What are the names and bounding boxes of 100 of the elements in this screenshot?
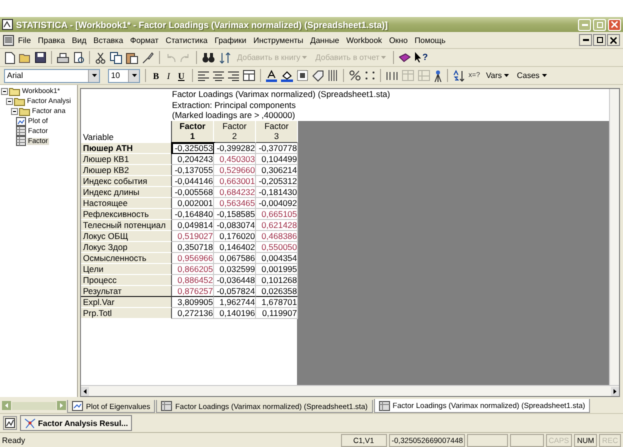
row-header[interactable]: Телесный потенциал bbox=[81, 220, 172, 230]
table-cell: -0,057824 bbox=[214, 286, 256, 296]
minimize-icon bbox=[582, 39, 588, 41]
table-cell: 0,176020 bbox=[214, 230, 256, 242]
row-header[interactable]: Люшер КВ1 bbox=[81, 154, 172, 164]
spreadsheet-icon bbox=[378, 400, 390, 410]
new-file-icon[interactable] bbox=[4, 52, 15, 64]
printer-icon[interactable] bbox=[57, 52, 69, 62]
percent-icon[interactable] bbox=[348, 70, 361, 81]
menu-item[interactable]: Окно bbox=[386, 36, 411, 44]
row-header[interactable]: Рефлексивность bbox=[81, 208, 172, 220]
sort-icon[interactable] bbox=[219, 52, 231, 64]
row-header[interactable]: Пюшер АТН bbox=[81, 142, 172, 154]
columns-icon[interactable] bbox=[386, 70, 398, 80]
row-header[interactable]: Локус ОБЩ bbox=[81, 230, 172, 242]
dots-icon[interactable] bbox=[364, 71, 375, 80]
fill-color-icon[interactable] bbox=[280, 70, 293, 82]
column-header[interactable]: Factor 3 bbox=[256, 120, 298, 142]
results-window-button[interactable]: Factor Analysis Resul... bbox=[20, 415, 132, 431]
font-dropdown[interactable]: Arial bbox=[4, 68, 100, 82]
row-header[interactable]: Индекс длины bbox=[81, 186, 172, 198]
table-cell: 0,866205 bbox=[172, 264, 214, 274]
tag-icon[interactable] bbox=[312, 70, 324, 82]
table-cell: 0,450303 bbox=[214, 154, 256, 164]
table-cell: 0,621428 bbox=[256, 220, 298, 230]
table-cell: 0,529660 bbox=[214, 164, 256, 176]
document-icon bbox=[3, 34, 14, 46]
brush-icon[interactable] bbox=[142, 52, 154, 64]
collapse-icon[interactable] bbox=[6, 98, 13, 104]
table-cell: 0,026358 bbox=[256, 286, 298, 296]
table-cell: 0,104499 bbox=[256, 154, 298, 164]
table-cell: 1,678701 bbox=[256, 296, 298, 308]
table-cell: -0,005568 bbox=[172, 186, 214, 198]
caret-icon bbox=[92, 74, 96, 77]
menu-item[interactable]: Вид bbox=[68, 36, 90, 44]
restore-button[interactable] bbox=[593, 34, 606, 46]
binoculars-icon[interactable] bbox=[202, 52, 215, 63]
print-preview-icon[interactable] bbox=[73, 52, 84, 63]
scroll-left-icon[interactable] bbox=[81, 386, 89, 396]
font-size-dropdown[interactable]: 10 bbox=[108, 68, 140, 82]
antenna-icon[interactable] bbox=[434, 70, 442, 82]
scissors-icon[interactable] bbox=[95, 52, 106, 64]
menu-item[interactable]: Вставка bbox=[90, 36, 126, 44]
menu-item[interactable]: Помощь bbox=[412, 36, 449, 44]
row-header[interactable]: Индекс события bbox=[81, 176, 172, 186]
table-cell: -0,370778 bbox=[256, 142, 298, 154]
horizontal-scrollbar[interactable] bbox=[81, 385, 619, 396]
menu-item[interactable]: Графики bbox=[212, 36, 250, 44]
font-color-icon[interactable] bbox=[266, 70, 277, 82]
row-header[interactable]: Люшер КВ2 bbox=[81, 164, 172, 176]
menu-item[interactable]: Формат bbox=[127, 36, 162, 44]
chart-icon[interactable] bbox=[3, 416, 17, 430]
menu-item[interactable]: Workbook bbox=[343, 36, 386, 44]
align-left-icon[interactable] bbox=[198, 70, 209, 80]
menu-item[interactable]: Данные bbox=[307, 36, 342, 44]
spreadsheet-icon bbox=[161, 401, 172, 411]
table-cell: 0,002001 bbox=[172, 198, 214, 208]
menu-item[interactable]: Статистика bbox=[162, 36, 211, 44]
row-header[interactable]: Результат bbox=[81, 286, 172, 296]
row-header[interactable]: Цели bbox=[81, 264, 172, 274]
underline-button[interactable]: U bbox=[176, 70, 187, 80]
paste-icon[interactable] bbox=[126, 52, 138, 64]
row-header[interactable]: Локус Здор bbox=[81, 242, 172, 252]
save-icon[interactable] bbox=[35, 52, 46, 63]
bold-button[interactable]: B bbox=[151, 70, 162, 80]
help-button[interactable]: ? bbox=[415, 52, 428, 63]
table-cell: 0,306214 bbox=[256, 164, 298, 176]
align-right-icon[interactable] bbox=[228, 70, 239, 80]
borders-icon[interactable] bbox=[296, 70, 308, 81]
minimize-button[interactable] bbox=[579, 34, 592, 46]
menu-item[interactable]: Инструменты bbox=[250, 36, 306, 44]
vars-button[interactable]: Vars bbox=[484, 71, 511, 80]
collapse-icon[interactable] bbox=[1, 88, 8, 94]
table-caption: (Marked loadings are > ,400000) bbox=[172, 110, 296, 120]
merge-cells-icon[interactable] bbox=[242, 70, 255, 81]
column-header[interactable]: Factor 2 bbox=[214, 120, 256, 142]
scroll-right-icon[interactable] bbox=[611, 386, 619, 396]
row-header[interactable]: Осмысленность bbox=[81, 252, 172, 264]
column-header[interactable]: Factor 1 bbox=[172, 120, 214, 142]
restore-icon bbox=[596, 37, 602, 43]
folder-icon bbox=[14, 96, 25, 106]
vertical-scrollbar[interactable] bbox=[609, 89, 619, 385]
copy-icon[interactable] bbox=[110, 52, 122, 64]
row-header[interactable]: Expl.Var bbox=[81, 296, 172, 308]
menu-item[interactable]: Правка bbox=[34, 36, 68, 44]
row-header[interactable]: Prp.Totl bbox=[81, 308, 172, 318]
cases-button[interactable]: Cases bbox=[514, 71, 549, 80]
open-folder-icon[interactable] bbox=[19, 52, 31, 63]
sort-icon[interactable] bbox=[452, 70, 465, 82]
close-button[interactable] bbox=[607, 34, 620, 46]
table-cell: -0,399282 bbox=[214, 142, 256, 154]
row-header[interactable]: Настоящее bbox=[81, 198, 172, 208]
table-cell: 3,809905 bbox=[172, 296, 214, 308]
table-cell: -0,004092 bbox=[256, 198, 298, 208]
collapse-icon[interactable] bbox=[11, 108, 18, 114]
grid-icon[interactable] bbox=[328, 70, 338, 81]
align-center-icon[interactable] bbox=[212, 70, 224, 80]
row-header[interactable]: Процесс bbox=[81, 274, 172, 286]
italic-button[interactable]: I bbox=[165, 70, 172, 80]
menu-item[interactable]: File bbox=[15, 36, 34, 44]
